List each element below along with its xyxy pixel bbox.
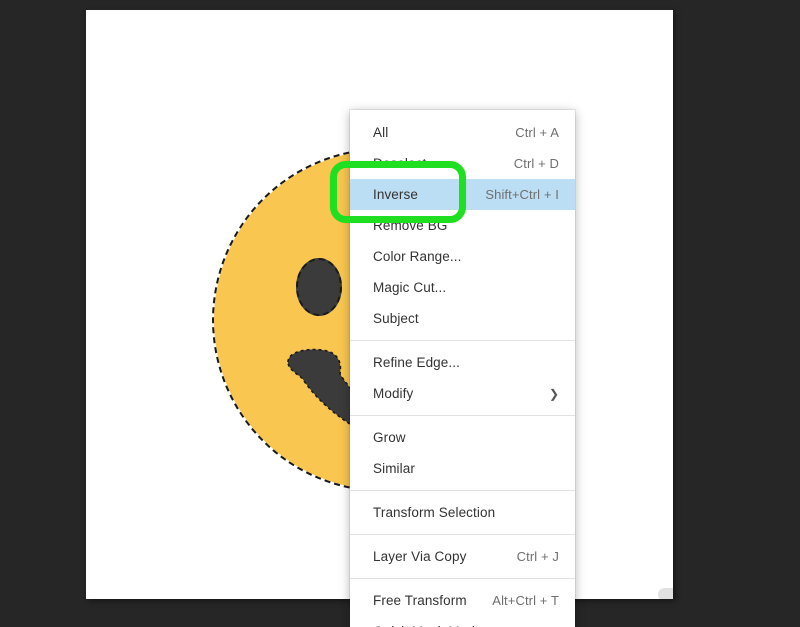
selection-context-menu[interactable]: All Ctrl + A Deselect Ctrl + D Inverse Shift+… [350,110,575,627]
menu-item-inverse[interactable]: Inverse Shift+Ctrl + I [350,179,575,210]
menu-item-label: Color Range... [373,249,462,264]
watermark-text: wikiHow [658,588,673,599]
menu-item-shortcut: Alt+Ctrl + T [492,593,559,608]
menu-item-label: All [373,125,389,140]
menu-item-shortcut: Ctrl + A [515,125,559,140]
menu-item-label: Deselect [373,156,427,171]
menu-item-label: Similar [373,461,415,476]
menu-item-deselect[interactable]: Deselect Ctrl + D [350,148,575,179]
menu-separator [350,534,575,535]
menu-item-free-transform[interactable]: Free Transform Alt+Ctrl + T [350,585,575,616]
menu-item-refine-edge[interactable]: Refine Edge... [350,347,575,378]
left-eye [296,258,342,316]
menu-item-label: Layer Via Copy [373,549,467,564]
menu-item-label: Grow [373,430,406,445]
menu-item-label: Transform Selection [373,505,496,520]
menu-item-color-range[interactable]: Color Range... [350,241,575,272]
menu-separator [350,340,575,341]
menu-item-label: Inverse [373,187,418,202]
menu-item-magic-cut[interactable]: Magic Cut... [350,272,575,303]
menu-separator [350,490,575,491]
menu-item-label: Refine Edge... [373,355,460,370]
watermark-badge: wikiHow [658,588,673,599]
menu-item-modify[interactable]: Modify ❯ [350,378,575,409]
menu-item-label: Remove BG [373,218,448,233]
menu-item-label: Free Transform [373,593,467,608]
menu-separator [350,415,575,416]
menu-item-label: Modify [373,386,414,401]
menu-item-similar[interactable]: Similar [350,453,575,484]
menu-separator [350,578,575,579]
menu-item-transform-selection[interactable]: Transform Selection [350,497,575,528]
menu-item-quick-mask-mode[interactable]: Quick Mask ModeQ [350,616,575,627]
menu-item-layer-via-copy[interactable]: Layer Via Copy Ctrl + J [350,541,575,572]
menu-item-all[interactable]: All Ctrl + A [350,117,575,148]
menu-item-label: Magic Cut... [373,280,447,295]
screenshot-root: wikiHow All Ctrl + A Deselect Ctrl + D Inver… [0,0,800,627]
menu-item-label: Subject [373,311,419,326]
menu-item-shortcut: Ctrl + D [513,156,559,171]
menu-item-shortcut: Ctrl + J [516,549,559,564]
menu-item-subject[interactable]: Subject [350,303,575,334]
menu-item-remove-bg[interactable]: Remove BG [350,210,575,241]
menu-item-shortcut: Shift+Ctrl + I [485,187,559,202]
chevron-right-icon: ❯ [548,386,559,401]
menu-item-grow[interactable]: Grow [350,422,575,453]
